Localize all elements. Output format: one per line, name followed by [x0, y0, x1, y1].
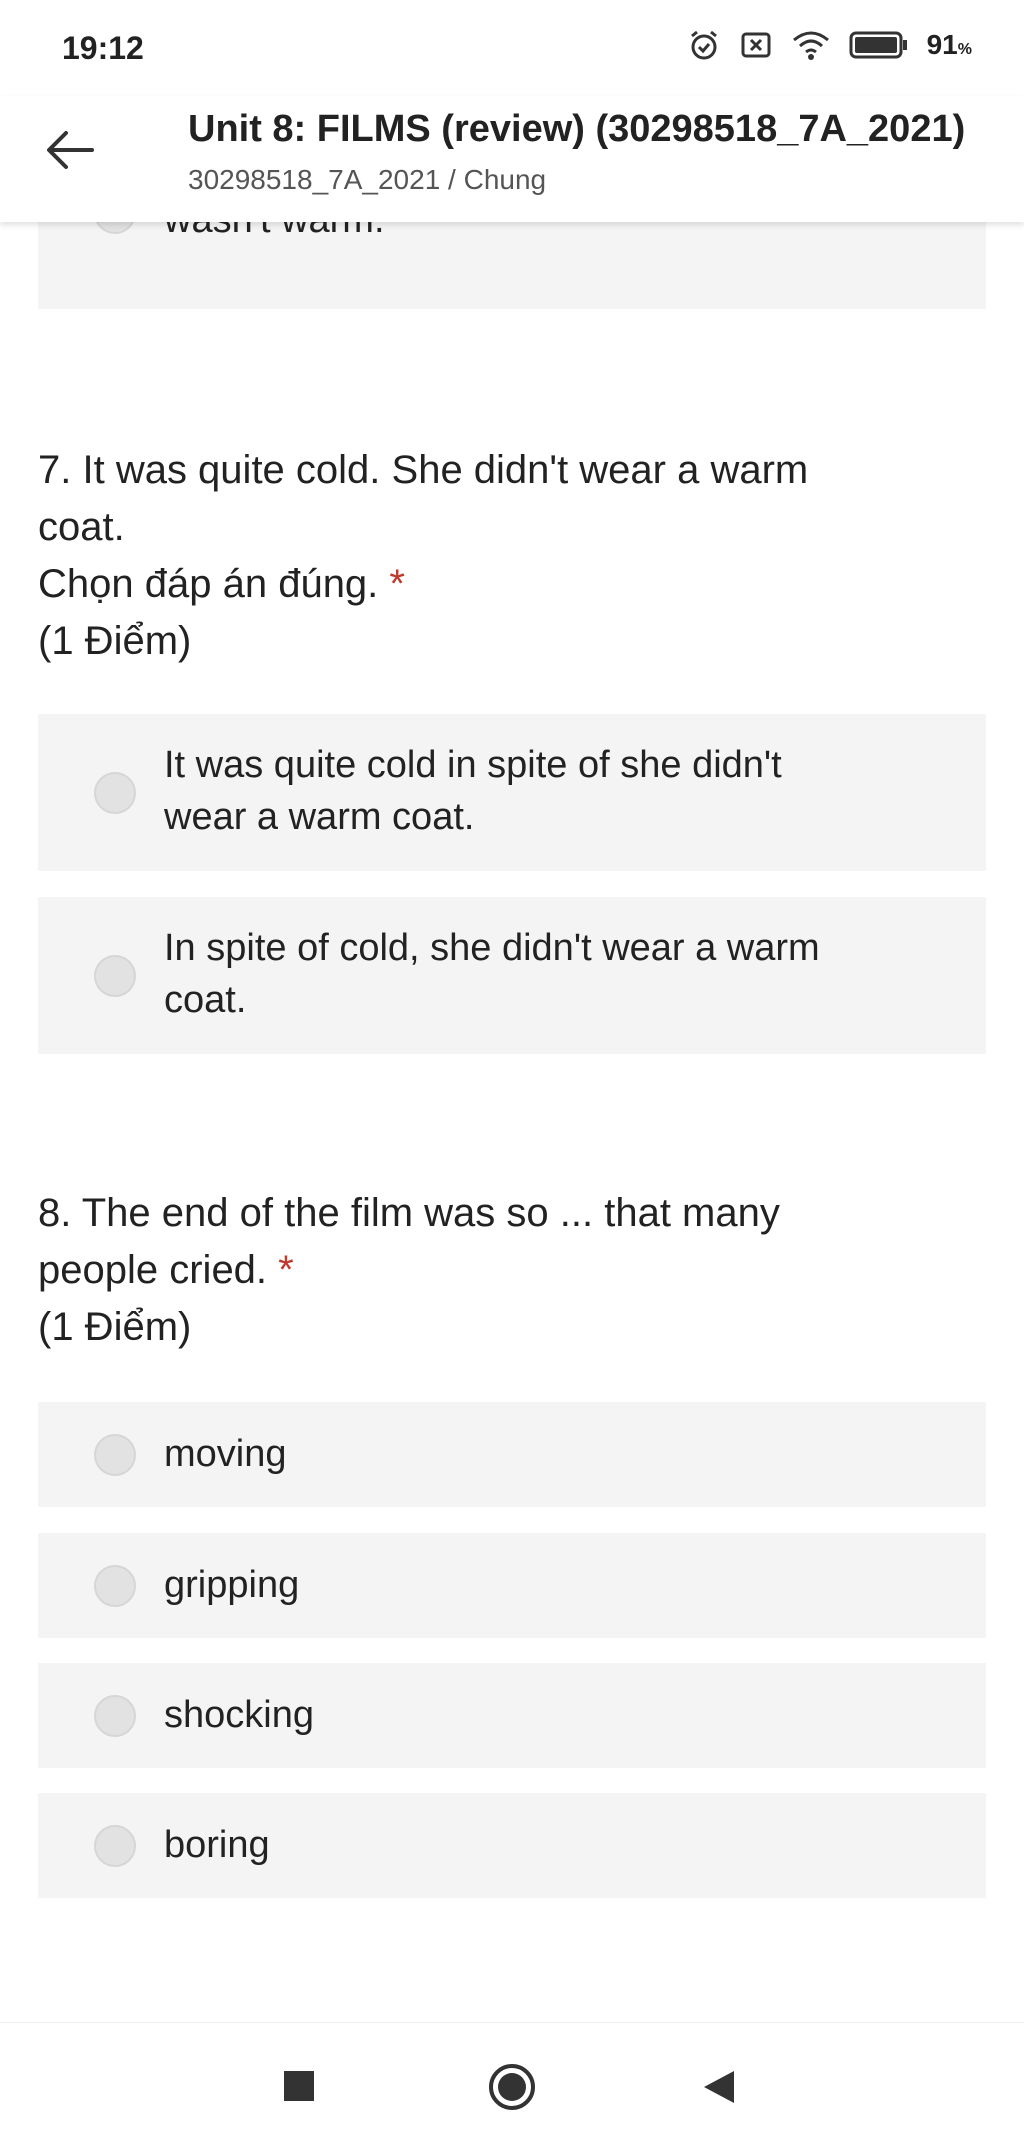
question-8: 8. The end of the film was so ... that m… — [38, 1185, 978, 1356]
question-instruction: Chọn đáp án đúng. * — [38, 562, 405, 606]
previous-question-option[interactable]: wasn't warm. — [38, 222, 986, 309]
back-button[interactable] — [40, 120, 100, 180]
back-triangle-icon — [704, 2071, 734, 2103]
back-nav-button[interactable] — [702, 2069, 736, 2110]
option-text: shocking — [164, 1694, 314, 1736]
question-7: 7. It was quite cold. She didn't wear a … — [38, 442, 978, 670]
status-time: 19:12 — [62, 30, 144, 66]
system-nav-bar — [0, 2022, 1024, 2145]
option-text: wasn't warm. — [164, 222, 926, 246]
question-7-option-1[interactable]: It was quite cold in spite of she didn't… — [38, 714, 986, 871]
option-text: It was quite cold in spite of she didn't… — [164, 744, 782, 838]
option-text: In spite of cold, she didn't wear a warm… — [164, 927, 820, 1021]
option-text: boring — [164, 1824, 270, 1866]
option-text: gripping — [164, 1564, 300, 1606]
question-text: 8. The end of the film was so ... that m… — [38, 1191, 780, 1235]
recents-square-icon — [284, 2071, 314, 2101]
question-text: 7. It was quite cold. She didn't wear a … — [38, 448, 809, 492]
wifi-icon — [791, 28, 831, 62]
question-8-option-moving[interactable]: moving — [38, 1402, 986, 1507]
question-8-option-shocking[interactable]: shocking — [38, 1663, 986, 1768]
battery-icon — [849, 30, 909, 60]
radio-button[interactable] — [94, 222, 136, 234]
status-bar: 19:12 91% — [0, 0, 1024, 96]
question-points: (1 Điểm) — [38, 619, 192, 663]
required-asterisk: * — [389, 562, 405, 606]
radio-button[interactable] — [94, 1434, 136, 1476]
radio-button[interactable] — [94, 1565, 136, 1607]
back-arrow-icon — [47, 131, 94, 169]
radio-button[interactable] — [94, 1825, 136, 1867]
home-button[interactable] — [488, 2063, 536, 2116]
form-title: Unit 8: FILMS (review) (30298518_7A_2021… — [188, 108, 966, 150]
recents-button[interactable] — [282, 2069, 316, 2108]
form-breadcrumb: 30298518_7A_2021 / Chung — [188, 164, 547, 195]
form-content: wasn't warm. 7. It was quite cold. She d… — [0, 222, 1024, 2022]
radio-button[interactable] — [94, 1695, 136, 1737]
home-circle-icon — [489, 2064, 535, 2110]
radio-button[interactable] — [94, 955, 136, 997]
required-asterisk: * — [278, 1248, 294, 1292]
battery-percent: 91% — [926, 29, 972, 60]
question-text: people cried. * — [38, 1248, 294, 1292]
question-8-option-gripping[interactable]: gripping — [38, 1533, 986, 1638]
question-7-option-2[interactable]: In spite of cold, she didn't wear a warm… — [38, 897, 986, 1054]
alarm-icon — [687, 28, 721, 62]
status-icons: 91% — [687, 28, 972, 62]
radio-button[interactable] — [94, 772, 136, 814]
question-8-option-boring[interactable]: boring — [38, 1793, 986, 1898]
option-text: moving — [164, 1433, 287, 1475]
question-text: coat. — [38, 505, 125, 549]
question-points: (1 Điểm) — [38, 1305, 192, 1349]
notification-blocked-icon — [739, 28, 773, 62]
app-header: Unit 8: FILMS (review) (30298518_7A_2021… — [0, 96, 1024, 222]
